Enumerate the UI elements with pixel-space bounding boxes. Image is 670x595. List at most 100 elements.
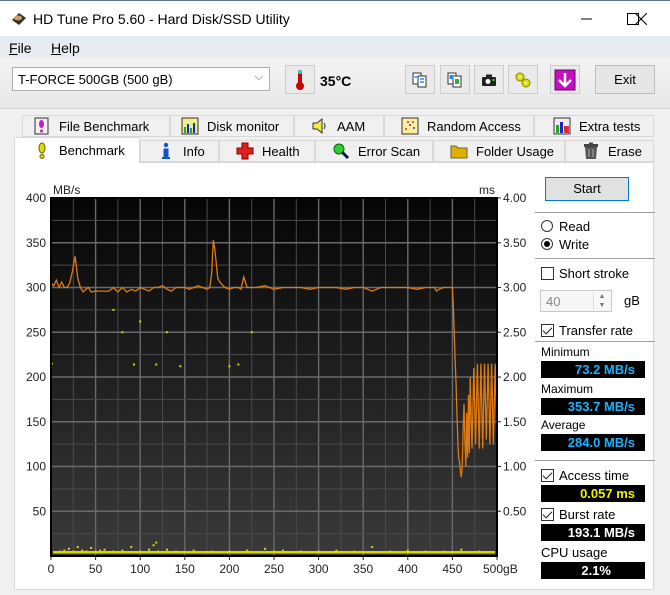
separator <box>535 212 655 213</box>
y-tick-label-left: 250 <box>26 325 46 339</box>
short-stroke-unit: gB <box>624 293 640 308</box>
transfer-rate-checkbox[interactable] <box>541 324 554 337</box>
read-label: Read <box>559 219 591 234</box>
access-time-point <box>353 550 356 553</box>
burst-rate-checkbox[interactable] <box>541 508 554 521</box>
y-tick-label-left: 150 <box>26 415 46 429</box>
y-tick-label-left: 300 <box>26 281 46 295</box>
access-time-point <box>406 549 409 552</box>
burst-rate-label: Burst rate <box>559 507 616 522</box>
access-time-point <box>112 550 115 553</box>
x-tick-label: 200 <box>219 562 239 576</box>
minimum-value: 73.2 MB/s <box>541 361 645 378</box>
access-time-point <box>54 551 57 554</box>
x-tick-label: 400 <box>398 562 418 576</box>
tab-label: Extra tests <box>579 118 641 134</box>
access-time-point <box>67 547 70 550</box>
access-time-point <box>228 365 231 368</box>
y-tick-label-right: 1.00 <box>503 460 527 474</box>
close-icon <box>635 13 647 25</box>
x-tick-label: 150 <box>175 562 195 576</box>
access-time-point <box>90 546 93 549</box>
minimum-label: Minimum <box>541 345 590 359</box>
tab-label: Erase <box>608 143 642 159</box>
y-tick-label-left: 350 <box>26 236 46 250</box>
read-radio[interactable] <box>541 220 553 232</box>
access-time-point <box>165 548 168 551</box>
access-time-point <box>72 550 75 553</box>
trash-icon <box>582 142 600 160</box>
x-tick-label: 50 <box>89 562 103 576</box>
write-radio[interactable] <box>541 238 553 250</box>
separator <box>535 341 655 342</box>
access-time-point <box>112 308 115 311</box>
access-time-point <box>460 548 463 551</box>
spin-arrows[interactable]: ▲ ▼ <box>593 292 610 310</box>
separator <box>535 258 655 259</box>
tab-extra-tests[interactable]: Extra tests <box>534 115 654 137</box>
y-tick-label-right: 4.00 <box>503 191 527 205</box>
access-time-point <box>99 549 102 552</box>
access-time-checkbox[interactable] <box>541 469 554 482</box>
access-time-point <box>63 549 66 552</box>
short-stroke-checkbox[interactable] <box>541 267 554 280</box>
transfer-rate-label: Transfer rate <box>559 323 633 338</box>
access-time-point <box>121 331 124 334</box>
short-stroke-label: Short stroke <box>559 266 630 281</box>
x-tick-label: 250 <box>264 562 284 576</box>
access-time-point <box>121 549 124 552</box>
x-tick-label: 100 <box>130 562 150 576</box>
access-time-point <box>155 541 158 544</box>
access-time-point <box>81 549 84 552</box>
y-tick-label-right: 0.50 <box>503 504 527 518</box>
grid-lines <box>51 198 497 556</box>
separator <box>535 460 655 461</box>
access-time-point <box>371 546 374 549</box>
save-button[interactable] <box>550 65 580 94</box>
cpu-usage-value: 2.1% <box>541 562 645 579</box>
short-stroke-value: 40 <box>546 294 561 309</box>
maximum-value: 353.7 MB/s <box>541 398 645 415</box>
access-time-point <box>94 550 97 553</box>
y-tick-label-right: 1.50 <box>503 415 527 429</box>
access-time-point <box>317 550 320 553</box>
x-tick-label: 300 <box>309 562 329 576</box>
access-time-point <box>155 363 158 366</box>
access-time-point <box>148 548 151 551</box>
short-stroke-size-input[interactable]: 40 ▲ ▼ <box>540 290 612 312</box>
tab-erase[interactable]: Erase <box>565 140 654 162</box>
access-time-point <box>165 331 168 334</box>
access-time-point <box>139 320 142 323</box>
benchmark-chart: 0 50 100 150 200 250 300 350 400 450 500gB 400 350 30… <box>26 183 527 576</box>
y-axis-label-left: MB/s <box>53 183 80 197</box>
access-time-point <box>264 547 267 550</box>
access-time-point <box>192 549 195 552</box>
access-time-point <box>478 550 481 553</box>
access-time-point <box>246 549 249 552</box>
access-time-point <box>174 550 177 553</box>
y-tick-label-left: 400 <box>26 191 46 205</box>
access-time-point <box>237 363 240 366</box>
maximum-label: Maximum <box>541 382 594 396</box>
access-time-point <box>130 546 133 549</box>
burst-rate-value: 193.1 MB/s <box>541 524 645 541</box>
access-time-point <box>157 550 160 553</box>
y-tick-label-right: 3.50 <box>503 236 527 250</box>
average-value: 284.0 MB/s <box>541 434 645 451</box>
access-time-point <box>273 550 275 553</box>
start-button[interactable]: Start <box>545 177 629 201</box>
y-tick-label-left: 200 <box>26 370 46 384</box>
access-time-point <box>58 550 61 553</box>
access-time-point <box>228 550 231 553</box>
access-time-point <box>424 550 427 553</box>
access-time-point <box>152 544 155 547</box>
cpu-usage-label: CPU usage <box>541 545 608 560</box>
access-time-point <box>388 550 391 553</box>
access-time-point <box>281 549 284 552</box>
access-time-point <box>85 550 88 553</box>
access-time-point <box>103 548 106 551</box>
y-tick-label-right: 3.00 <box>503 281 527 295</box>
access-time-point <box>132 363 135 366</box>
exit-button[interactable]: Exit <box>595 65 655 94</box>
close-button[interactable] <box>618 1 664 37</box>
